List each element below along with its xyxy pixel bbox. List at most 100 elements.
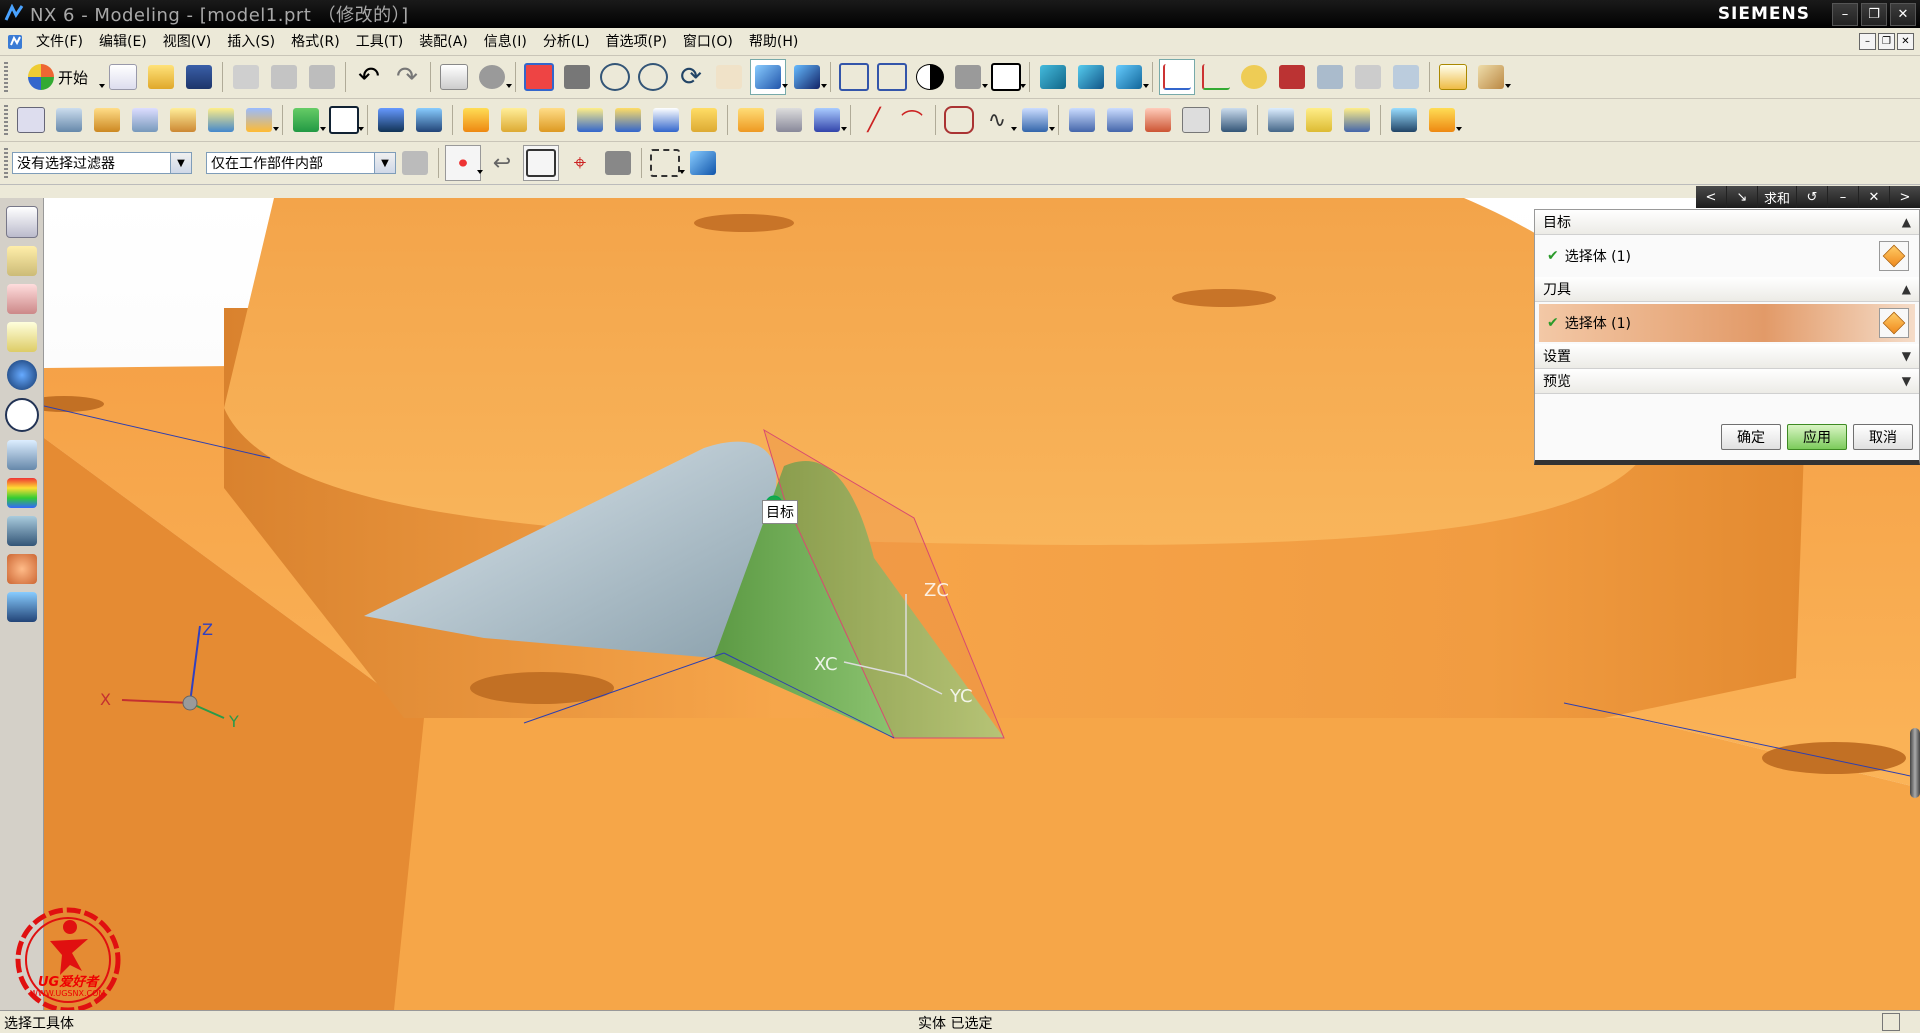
web-browser-icon[interactable] bbox=[6, 360, 37, 390]
blend-button[interactable] bbox=[459, 103, 493, 137]
menu-format[interactable]: 格式(R) bbox=[283, 30, 348, 54]
collapse-icon[interactable]: – bbox=[1828, 186, 1858, 208]
select-body-button[interactable] bbox=[1879, 241, 1909, 271]
rotate-button[interactable]: ⟳ bbox=[674, 60, 708, 94]
revolve-button[interactable] bbox=[90, 103, 124, 137]
ok-button[interactable]: 确定 bbox=[1721, 424, 1781, 450]
static-wireframe-button[interactable] bbox=[875, 60, 909, 94]
snap-point-button[interactable] bbox=[445, 145, 483, 181]
toolbar-grip[interactable] bbox=[4, 105, 8, 135]
group-settings-header[interactable]: 设置 ▼ bbox=[1535, 344, 1919, 369]
document-icon[interactable] bbox=[6, 33, 24, 51]
hole-button[interactable] bbox=[204, 103, 238, 137]
chevron-down-icon[interactable]: ▼ bbox=[1902, 349, 1911, 363]
extract-button[interactable] bbox=[1425, 103, 1462, 137]
touch-mode-button[interactable] bbox=[475, 60, 512, 94]
arc-button[interactable]: ⌒ bbox=[895, 103, 929, 137]
bounded-plane-button[interactable] bbox=[1302, 103, 1336, 137]
zoom-in-out-button[interactable] bbox=[636, 60, 670, 94]
next-dialog-button[interactable]: > bbox=[1890, 186, 1920, 208]
zoom-button[interactable] bbox=[598, 60, 632, 94]
constraint-navigator-icon[interactable] bbox=[6, 246, 37, 276]
sweep-button[interactable] bbox=[128, 103, 162, 137]
selection-scope-combo[interactable]: 仅在工作部件内部 ▼ bbox=[206, 152, 396, 174]
zoom-region-button[interactable] bbox=[560, 60, 594, 94]
intersect-button[interactable] bbox=[810, 103, 847, 137]
select-tool-body[interactable]: ✔ 选择体 (1) bbox=[1539, 304, 1915, 342]
cone-button[interactable] bbox=[412, 103, 446, 137]
menu-tools[interactable]: 工具(T) bbox=[348, 30, 411, 54]
reset-icon[interactable]: ↺ bbox=[1797, 186, 1827, 208]
trim-button[interactable] bbox=[649, 103, 683, 137]
extrude-button[interactable] bbox=[52, 103, 86, 137]
chevron-down-icon[interactable]: ▼ bbox=[374, 153, 395, 173]
rotate-select-button[interactable]: ⌖ bbox=[563, 146, 597, 180]
redo-button[interactable]: ↷ bbox=[390, 60, 424, 94]
show-button[interactable] bbox=[1389, 60, 1423, 94]
selection-filter-button[interactable] bbox=[398, 146, 432, 180]
menu-file[interactable]: 文件(F) bbox=[28, 30, 91, 54]
sew-button[interactable] bbox=[1141, 103, 1175, 137]
project-button[interactable] bbox=[1018, 103, 1055, 137]
shaded-button[interactable] bbox=[790, 60, 827, 94]
system-scenes-icon[interactable] bbox=[6, 592, 37, 622]
select-face-button[interactable] bbox=[523, 145, 559, 181]
chamfer-button[interactable] bbox=[497, 103, 531, 137]
doc-close-button[interactable]: ✕ bbox=[1897, 33, 1914, 50]
save-button[interactable] bbox=[182, 60, 216, 94]
rendering-style-button[interactable] bbox=[750, 59, 788, 95]
cut-button[interactable] bbox=[229, 60, 263, 94]
fit-button[interactable] bbox=[522, 60, 556, 94]
doc-minimize-button[interactable]: – bbox=[1859, 33, 1876, 50]
menu-preferences[interactable]: 首选项(P) bbox=[598, 30, 675, 54]
wireframe-button[interactable] bbox=[837, 60, 871, 94]
menu-window[interactable]: 窗口(O) bbox=[675, 30, 741, 54]
toolbar-grip[interactable] bbox=[4, 148, 8, 178]
pan-button[interactable] bbox=[712, 60, 746, 94]
select-target-body[interactable]: ✔ 选择体 (1) bbox=[1539, 237, 1915, 275]
group-target-header[interactable]: 目标 ▲ bbox=[1535, 210, 1919, 235]
close-button[interactable]: ✕ bbox=[1890, 3, 1916, 26]
paste-button[interactable] bbox=[305, 60, 339, 94]
menu-insert[interactable]: 插入(S) bbox=[219, 30, 283, 54]
block-button[interactable] bbox=[327, 103, 364, 137]
cancel-button[interactable]: 取消 bbox=[1853, 424, 1913, 450]
menu-information[interactable]: 信息(I) bbox=[476, 30, 535, 54]
shell-face-button[interactable] bbox=[1340, 103, 1374, 137]
undo-button[interactable]: ↶ bbox=[352, 60, 386, 94]
ruler-button[interactable] bbox=[1436, 60, 1470, 94]
menu-edit[interactable]: 编辑(E) bbox=[91, 30, 155, 54]
apply-button[interactable]: 应用 bbox=[1787, 424, 1847, 450]
view-scroll-knob[interactable] bbox=[1910, 728, 1920, 798]
group-tool-header[interactable]: 刀具 ▲ bbox=[1535, 277, 1919, 302]
split-button[interactable] bbox=[687, 103, 721, 137]
minimize-button[interactable]: – bbox=[1832, 3, 1858, 26]
cylinder-button[interactable] bbox=[374, 103, 408, 137]
datum-csys-button[interactable] bbox=[1237, 60, 1271, 94]
undo-selection-button[interactable]: ↩ bbox=[485, 146, 519, 180]
command-finder-button[interactable] bbox=[437, 60, 471, 94]
settings-button[interactable] bbox=[1474, 60, 1511, 94]
open-button[interactable] bbox=[144, 60, 178, 94]
menu-assemblies[interactable]: 装配(A) bbox=[411, 30, 476, 54]
chevron-down-icon[interactable]: ▼ bbox=[1902, 374, 1911, 388]
system-materials-icon[interactable] bbox=[6, 440, 37, 470]
palette-icon[interactable] bbox=[6, 478, 37, 508]
rectangle-select-button[interactable] bbox=[648, 146, 685, 180]
menu-analysis[interactable]: 分析(L) bbox=[535, 30, 598, 54]
draft-button[interactable] bbox=[573, 103, 607, 137]
menu-help[interactable]: 帮助(H) bbox=[741, 30, 806, 54]
chevron-up-icon[interactable]: ▲ bbox=[1902, 215, 1911, 229]
hide-button[interactable] bbox=[1351, 60, 1385, 94]
prev-dialog-button[interactable]: < bbox=[1695, 186, 1726, 208]
face-analysis-button[interactable] bbox=[951, 60, 988, 94]
dialog-close-button[interactable]: ✕ bbox=[1859, 186, 1889, 208]
new-button[interactable] bbox=[106, 60, 140, 94]
restore-button[interactable]: ❐ bbox=[1861, 3, 1887, 26]
boss-button[interactable] bbox=[242, 103, 279, 137]
mesh-button[interactable] bbox=[1103, 103, 1137, 137]
patch-button[interactable] bbox=[1217, 103, 1251, 137]
through-curves-button[interactable] bbox=[1065, 103, 1099, 137]
part-navigator-icon[interactable] bbox=[6, 284, 37, 314]
pin-icon[interactable]: ↘ bbox=[1726, 186, 1757, 208]
